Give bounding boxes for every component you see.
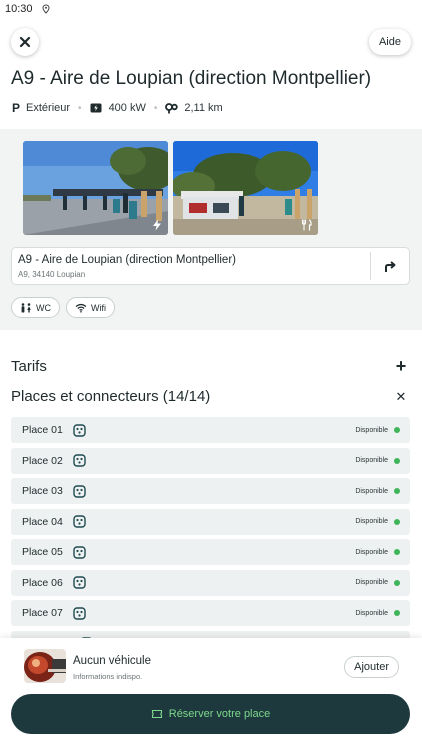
status-dot: [394, 518, 400, 525]
location-pin-icon: [42, 4, 50, 14]
place-row[interactable]: Place 06 Disponible: [11, 569, 410, 596]
connector-icon: [73, 606, 86, 620]
power-icon: [90, 103, 102, 113]
status-time: 10:30: [5, 3, 33, 15]
status-dot: [394, 488, 400, 494]
place-row[interactable]: Place 07 Disponible: [11, 600, 410, 626]
parking-label: Extérieur: [26, 102, 71, 114]
separator-dot: •: [78, 102, 82, 114]
station-photo-image: [23, 141, 168, 235]
section-places-label: Places et connecteurs (14/14): [11, 388, 211, 405]
vehicle-subtitle: Informations indispo.: [73, 672, 143, 681]
status-dot: [394, 549, 400, 555]
place-row[interactable]: Place 05 Disponible: [11, 539, 410, 565]
place-status: Disponible: [355, 609, 388, 617]
place-label: Place 07: [22, 607, 63, 619]
station-meta: P Extérieur • 400 kW • 2,11 km: [12, 101, 223, 115]
collapse-icon[interactable]: ✕: [394, 390, 408, 403]
top-bar: Aide: [11, 28, 411, 56]
place-row[interactable]: Place 01 Disponible: [11, 417, 410, 443]
place-label: Place 04: [22, 515, 63, 528]
status-dot: [394, 457, 400, 464]
expand-icon[interactable]: +: [394, 357, 408, 375]
separator-dot: •: [153, 102, 158, 114]
restaurant-icon: [301, 219, 312, 231]
connector-icon: [73, 545, 86, 559]
help-button[interactable]: Aide: [368, 29, 411, 55]
bottom-sheet: Aucun véhicule Informations indispo. Ajo…: [0, 638, 422, 750]
station-photo[interactable]: [23, 141, 168, 235]
reserve-label: Réserver votre place: [168, 708, 271, 720]
add-vehicle-button[interactable]: Ajouter: [344, 656, 399, 678]
place-status: Disponible: [355, 457, 388, 464]
place-row[interactable]: Place 03 Disponible: [11, 478, 410, 504]
status-dot: [394, 610, 400, 616]
amenity-chip-wifi: Wifi: [66, 297, 115, 318]
amenity-chip-wc: WC: [11, 297, 60, 318]
places-list: Place 01 Disponible Place 02 Disponible …: [11, 417, 410, 639]
place-status: Disponible: [355, 426, 388, 434]
ticket-icon: [151, 709, 162, 719]
place-label: Place 02: [22, 454, 63, 467]
place-label: Place 03: [22, 485, 63, 497]
connector-icon: [73, 454, 86, 467]
place-status: Disponible: [355, 487, 388, 495]
section-tarifs-label: Tarifs: [11, 357, 47, 375]
place-row[interactable]: Place 02 Disponible: [11, 447, 410, 474]
place-status: Disponible: [355, 548, 388, 556]
close-button[interactable]: [11, 28, 39, 56]
connector-icon: [73, 515, 86, 528]
place-label: Place 01: [22, 424, 63, 436]
power-label: 400 kW: [108, 102, 146, 114]
amenity-label: Wifi: [91, 302, 106, 313]
status-dot: [394, 579, 400, 586]
station-title: A9 - Aire de Loupian (direction Montpell…: [11, 68, 372, 89]
place-status: Disponible: [355, 518, 388, 525]
place-label: Place 05: [22, 546, 63, 558]
station-photo[interactable]: [173, 141, 318, 235]
address-card-name: A9 - Aire de Loupian (direction Montpell…: [18, 254, 236, 266]
vehicle-image: [24, 649, 66, 683]
directions-icon: [385, 261, 396, 272]
status-bar: 10:30: [0, 0, 422, 18]
restroom-icon: [21, 302, 31, 312]
wifi-icon: [75, 303, 87, 313]
vehicle-name: Aucun véhicule: [73, 655, 151, 667]
close-icon: [19, 36, 31, 48]
amenity-label: WC: [36, 302, 51, 313]
address-card[interactable]: A9 - Aire de Loupian (direction Montpell…: [11, 247, 410, 285]
distance-label: 2,11 km: [184, 102, 223, 114]
reserve-button[interactable]: Réserver votre place: [11, 694, 410, 734]
place-row[interactable]: Place 04 Disponible: [11, 508, 410, 535]
connector-icon: [73, 423, 86, 437]
connector-icon: [73, 576, 86, 589]
section-tarifs[interactable]: Tarifs +: [11, 357, 408, 375]
vehicle-image-graphic: [24, 649, 66, 683]
address-card-divider: [370, 252, 371, 280]
place-status: Disponible: [355, 579, 388, 586]
amenities-list: WC Wifi: [11, 297, 115, 318]
section-places[interactable]: Places et connecteurs (14/14) ✕: [11, 388, 408, 405]
directions-button[interactable]: [381, 258, 399, 276]
address-card-address: A9, 34140 Loupian: [18, 270, 86, 279]
charging-bolt-icon: [153, 219, 161, 231]
place-label: Place 06: [22, 576, 63, 589]
distance-icon: [165, 102, 179, 113]
connector-icon: [73, 484, 86, 498]
status-dot: [394, 427, 400, 433]
parking-icon: P: [12, 101, 21, 115]
station-photo-image: [173, 141, 318, 235]
